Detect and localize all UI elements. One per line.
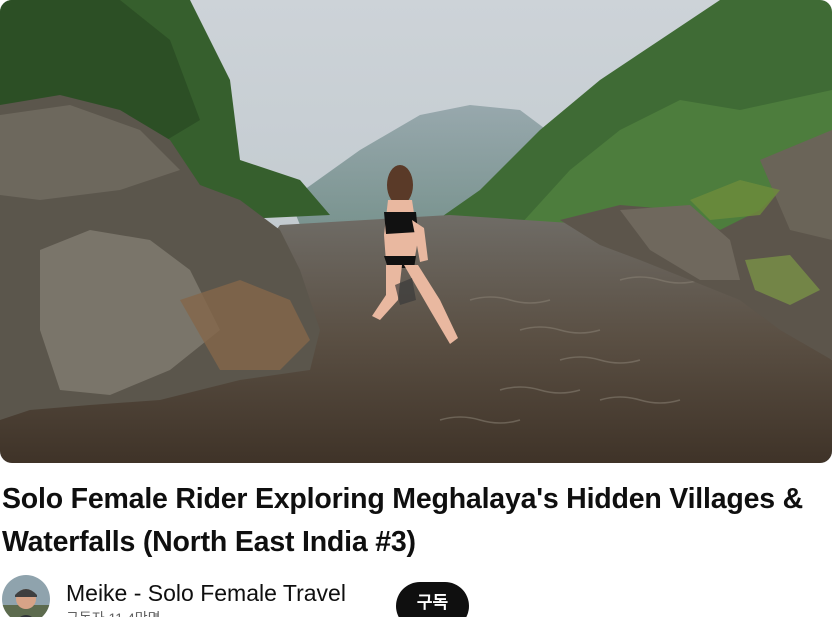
subscribe-button[interactable]: 구독	[396, 582, 469, 617]
channel-avatar-icon[interactable]	[2, 575, 50, 617]
video-title[interactable]: Solo Female Rider Exploring Meghalaya's …	[2, 478, 822, 564]
channel-name[interactable]: Meike - Solo Female Travel	[66, 578, 346, 608]
video-card: Solo Female Rider Exploring Meghalaya's …	[0, 0, 832, 617]
subscriber-count: 구독자 11.4만명	[66, 609, 161, 617]
video-thumbnail[interactable]	[0, 0, 832, 463]
waterfall-thumbnail-image	[0, 0, 832, 463]
